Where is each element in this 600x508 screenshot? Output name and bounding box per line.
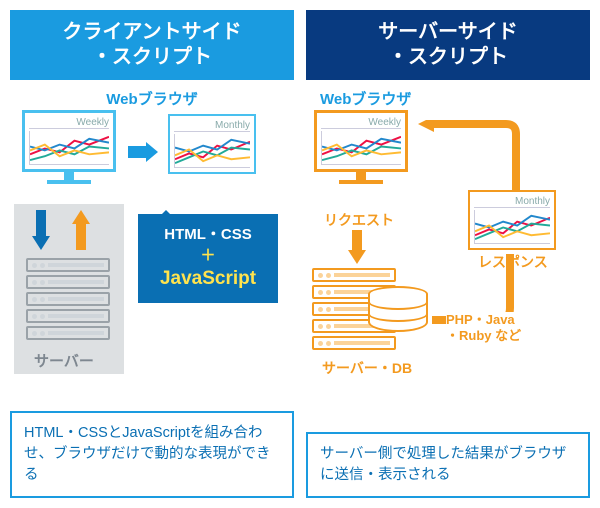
client-side-content: Webブラウザ Weekly Monthly xyxy=(10,80,294,405)
client-monitor-weekly: Weekly xyxy=(22,110,116,184)
bubble-plus: ＋ xyxy=(200,247,215,264)
request-arrow-icon xyxy=(348,230,366,264)
chart-label-monthly: Monthly xyxy=(474,196,550,208)
chart-label-weekly: Weekly xyxy=(29,117,109,129)
tech-bubble: HTML・CSS ＋ JavaScript xyxy=(138,214,278,303)
server-monitor-weekly: Weekly xyxy=(314,110,408,184)
request-label: リクエスト xyxy=(324,210,394,230)
chart-label-monthly: Monthly xyxy=(174,120,250,132)
bubble-js: JavaScript xyxy=(160,268,256,289)
mini-chart-icon xyxy=(474,210,550,244)
langs-2: ・Ruby など xyxy=(446,328,521,343)
langs-1: PHP・Java xyxy=(446,312,515,327)
server-side-content: Webブラウザ Weekly xyxy=(306,80,590,426)
mini-chart-icon xyxy=(29,131,109,165)
client-side-header: クライアントサイド ・スクリプト xyxy=(10,10,294,80)
server-icon xyxy=(26,258,110,343)
client-card-monthly: Monthly xyxy=(168,114,256,174)
arrow-down-icon xyxy=(32,210,50,250)
database-icon xyxy=(368,286,428,332)
arrow-up-icon xyxy=(72,210,90,250)
client-title-2: ・スクリプト xyxy=(92,46,212,68)
bubble-html-css: HTML・CSS xyxy=(164,226,252,243)
server-card-monthly: Monthly xyxy=(468,190,556,250)
chart-label-weekly: Weekly xyxy=(321,117,401,129)
client-browser-label: Webブラウザ xyxy=(10,88,294,109)
server-label: サーバー xyxy=(34,350,94,371)
client-side-panel: クライアントサイド ・スクリプト Webブラウザ Weekly xyxy=(10,10,294,498)
serverdb-label: サーバー・DB xyxy=(322,358,412,378)
server-langs: PHP・Java ・Ruby など xyxy=(446,312,521,345)
server-caption: サーバー側で処理した結果がブラウザに送信・表示される xyxy=(306,432,590,498)
server-side-header: サーバーサイド ・スクリプト xyxy=(306,10,590,80)
client-caption: HTML・CSSとJavaScriptを組み合わせ、ブラウザだけで動的な表現がで… xyxy=(10,411,294,498)
server-title-2: ・スクリプト xyxy=(388,46,508,68)
server-side-panel: サーバーサイド ・スクリプト Webブラウザ Weekly xyxy=(306,10,590,498)
mini-chart-icon xyxy=(321,131,401,165)
response-arrow-icon xyxy=(416,120,526,200)
server-title-1: サーバーサイド xyxy=(378,21,517,43)
server-browser-label: Webブラウザ xyxy=(320,88,590,109)
arrow-right-icon xyxy=(128,142,158,162)
client-title-1: クライアントサイド xyxy=(62,21,241,43)
mini-chart-icon xyxy=(174,134,250,168)
